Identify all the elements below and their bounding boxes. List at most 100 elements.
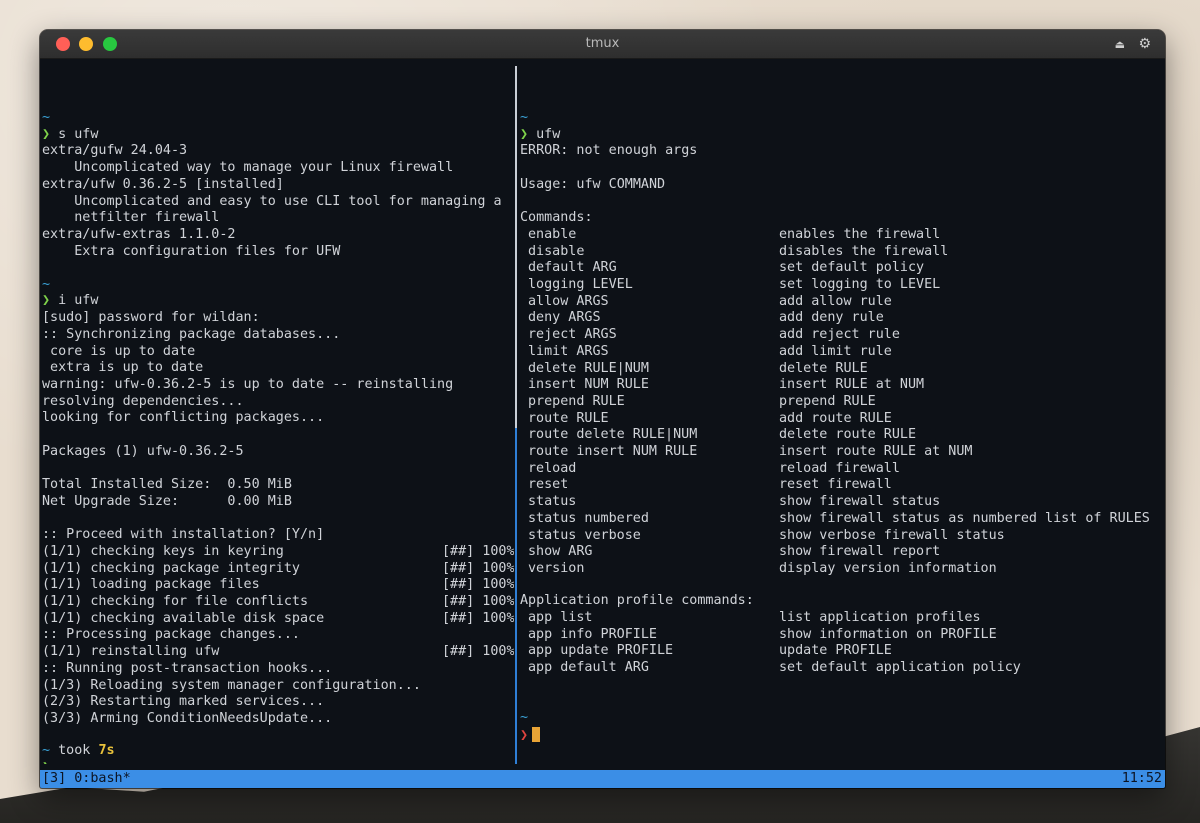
command-name: limit ARGS [528, 343, 609, 359]
command-row: reload reload firewall [520, 461, 1160, 478]
output-line: warning: ufw-0.36.2-5 is up to date -- r… [42, 376, 454, 392]
progress-row: (2/3) Restarting marked services... [42, 694, 514, 711]
command-name: reload [528, 460, 577, 476]
session-window-list[interactable]: [3] 0:bash* [42, 770, 131, 788]
left-pane[interactable]: ~ ❯ s ufw extra/gufw 24.04-3 Uncomplicat… [42, 58, 514, 764]
command-name: show ARG [528, 544, 593, 560]
command-row: route delete RULE|NUM delete route RULE [520, 427, 1160, 444]
output-line: extra/ufw-extras 1.1.0-2 [42, 226, 236, 242]
command-description: insert route RULE at NUM [779, 444, 973, 459]
eject-icon[interactable]: ⏏ [1115, 37, 1125, 53]
command-description: set default application policy [779, 660, 1021, 675]
prompt-icon: ❯ [42, 126, 51, 142]
command-name: status [528, 494, 577, 510]
progress-row: (1/1) checking keys in keyring [##] 100% [42, 544, 514, 561]
command-description: display version information [779, 560, 997, 576]
progress-row: (1/1) loading package files [##] 100% [42, 577, 514, 594]
progress-row: :: Processing package changes... [42, 627, 514, 644]
command-description: enables the firewall [779, 226, 941, 242]
command-description: add route RULE [779, 410, 892, 426]
progress-row: (1/1) checking available disk space [##] … [42, 611, 514, 628]
output-line: [sudo] password for wildan: [42, 310, 260, 326]
command-line[interactable]: ❯ [520, 726, 541, 744]
progress-bar-text: [##] 100% [442, 644, 514, 660]
command-line[interactable]: ❯ [42, 760, 50, 764]
progress-label: (1/1) reinstalling ufw [42, 644, 220, 660]
command-name: reset [528, 477, 569, 493]
output-line: Packages (1) ufw-0.36.2-5 [42, 443, 244, 459]
command-text: s ufw [50, 126, 99, 142]
command-description: insert RULE at NUM [779, 377, 925, 393]
command-name: app info PROFILE [528, 626, 657, 642]
output-line: :: Proceed with installation? [Y/n] [42, 527, 325, 543]
gear-icon[interactable]: ⚙ [1138, 36, 1151, 52]
command-name: enable [528, 226, 577, 242]
command-description: update PROFILE [779, 643, 892, 659]
command-row: status verbose show verbose firewall stat… [520, 528, 1160, 545]
output-line: Total Installed Size: 0.50 MiB [42, 477, 292, 493]
progress-bar-text: [##] 100% [442, 594, 514, 609]
cwd-tilde: ~ [520, 110, 529, 125]
command-row: route RULE add route RULE [520, 411, 1160, 428]
command-description: disables the firewall [779, 243, 949, 259]
command-description: reload firewall [779, 460, 900, 476]
prompt-icon: ❯ [42, 760, 50, 764]
terminal-area[interactable]: ~ ❯ s ufw extra/gufw 24.04-3 Uncomplicat… [40, 58, 1165, 788]
output-line: netfilter firewall [42, 210, 220, 226]
progress-label: (1/1) loading package files [42, 577, 260, 593]
command-row: limit ARGS add limit rule [520, 344, 1160, 361]
command-name: insert NUM RULE [528, 377, 649, 393]
cwd-tilde: ~ [42, 743, 51, 759]
command-name: route delete RULE|NUM [528, 427, 698, 443]
progress-bar-text: [##] 100% [442, 577, 514, 593]
title-bar[interactable]: tmux ⏏ ⚙ [40, 30, 1165, 59]
command-description: delete route RULE [779, 427, 917, 443]
terminal-window: tmux ⏏ ⚙ ~ ❯ s ufw extra/gufw 24.04-3 Un… [40, 30, 1165, 788]
command-row: insert NUM RULE insert RULE at NUM [520, 377, 1160, 394]
command-name: app default ARG [528, 660, 649, 675]
output-line: Uncomplicated and easy to use CLI tool f… [42, 193, 502, 209]
right-pane[interactable]: ~ ❯ ufw ERROR: not enough args Usage: uf… [520, 58, 1165, 764]
progress-label: (3/3) Arming ConditionNeedsUpdate... [42, 710, 333, 726]
command-description: reset firewall [779, 477, 892, 493]
progress-label: (1/1) checking for file conflicts [42, 594, 309, 609]
output-line: Net Upgrade Size: 0.00 MiB [42, 493, 292, 509]
command-description: show firewall report [779, 544, 941, 560]
command-name: deny ARGS [528, 310, 601, 326]
progress-label: (1/1) checking keys in keyring [42, 543, 284, 559]
command-description: delete RULE [779, 360, 868, 376]
command-row: app update PROFILE update PROFILE [520, 643, 1160, 660]
command-name: status numbered [528, 510, 649, 526]
command-name: route insert NUM RULE [528, 444, 698, 459]
command-description: add limit rule [779, 343, 892, 359]
output-line: extra/ufw 0.36.2-5 [installed] [42, 176, 284, 192]
progress-row: (1/1) checking package integrity [##] 100… [42, 561, 514, 578]
command-description: add reject rule [779, 327, 900, 343]
command-description: add deny rule [779, 310, 884, 326]
command-name: disable [528, 243, 585, 259]
commands-header: Commands: [520, 210, 593, 226]
progress-label: (1/1) checking package integrity [42, 560, 300, 576]
progress-row: (1/3) Reloading system manager configura… [42, 678, 514, 695]
command-line: ❯ ufw [520, 127, 560, 144]
command-row: route insert NUM RULE insert route RULE a… [520, 444, 1160, 461]
window-title: tmux [585, 36, 620, 51]
command-line: ❯ s ufw [42, 127, 98, 144]
output-line: looking for conflicting packages... [42, 410, 325, 426]
command-description: list application profiles [779, 609, 981, 625]
app-commands-header: Application profile commands: [520, 593, 754, 609]
progress-row: (3/3) Arming ConditionNeedsUpdate... [42, 711, 514, 728]
status-clock: 11:52 [1121, 771, 1162, 786]
command-name: app update PROFILE [528, 643, 674, 659]
command-description: show firewall status [779, 494, 941, 510]
command-name: delete RULE|NUM [528, 360, 649, 376]
cwd-tilde: ~ [42, 276, 51, 292]
command-description: show information on PROFILE [779, 626, 997, 642]
progress-row: (1/1) reinstalling ufw [##] 100% [42, 644, 514, 661]
command-row: status numbered show firewall status as n… [520, 511, 1160, 528]
usage-line: Usage: ufw COMMAND [520, 176, 666, 192]
took-label: took [50, 743, 99, 759]
progress-row: (1/1) checking for file conflicts [##] 10… [42, 594, 514, 611]
output-line: core is up to date [42, 343, 196, 359]
command-description: show verbose firewall status [779, 527, 1005, 543]
